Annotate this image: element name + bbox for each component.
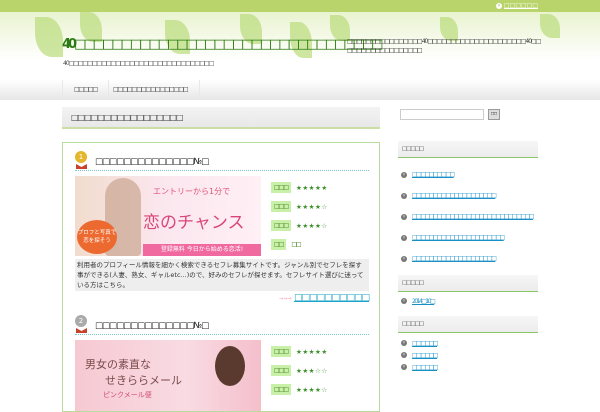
banner-text: 男女の素直な — [85, 358, 151, 371]
leaf-decoration — [540, 14, 560, 38]
widget-title: □□□□□ — [398, 275, 538, 292]
rating-stars: ★★★★☆ — [296, 385, 328, 394]
rating-stars: ★★★★★ — [296, 347, 328, 356]
widget-title: □□□□□ — [398, 316, 538, 333]
ranking-heading: 1 □□□□□□□□□□□□□□№□ — [75, 149, 369, 171]
rating-label: □□□ — [271, 182, 292, 193]
sidebar-link[interactable]: □□□□□□□□□□□□□□□□□□□□□□□□□□□□□ — [412, 213, 534, 220]
entry-description: 利用者のプロフィール情報を細かく検索できるセフレ募集サイトです。ジャンル別でセフ… — [75, 259, 369, 291]
site-title[interactable]: 40□□□□□□□□□□□□□□□□□□□□□□□□□□□□□□□□□ — [62, 37, 383, 52]
ratings: □□□ ★★★★★ □□□ ★★★☆☆ □□□ ★★★★☆ — [271, 340, 369, 411]
banner-illustration — [215, 346, 245, 386]
category-link[interactable]: □□□□□□ — [412, 364, 439, 371]
widget-title: □□□□□ — [398, 141, 538, 158]
ranking-heading: 2 □□□□□□□□□□□□□□№□ — [75, 313, 369, 335]
rating-label: □□□ — [271, 384, 292, 395]
banner-badge: プロフと写真で恋を探そう — [77, 220, 117, 254]
sidebar: □□ □□□□□ □□□□□□□□□□ □□□□□□□□□□□□□□□□□□□□… — [398, 107, 538, 379]
rank-medal-icon: 1 — [75, 151, 89, 169]
search-button[interactable]: □□ — [488, 108, 500, 120]
rating-stars: ★★★★☆ — [296, 221, 328, 230]
rank-medal-icon: 2 — [75, 315, 89, 333]
rating-stars: ★★★☆☆ — [296, 366, 328, 375]
top-link[interactable]: □□□□□□ — [496, 2, 538, 9]
sidebar-link[interactable]: □□□□□□□□□□□□□□□□□□□□ — [412, 192, 497, 199]
main-content: □□□□□□□□□□□□□□□□□ 1 □□□□□□□□□□□□□□№□ エント… — [62, 107, 380, 412]
banner-text: 恋のチャンス — [143, 213, 245, 233]
sidebar-link[interactable]: □□□□□□□□□□ — [412, 171, 455, 178]
recent-posts-list: □□□□□□□□□□ □□□□□□□□□□□□□□□□□□□□ □□□□□□□□… — [398, 158, 538, 275]
rating-label: □□□ — [271, 220, 292, 231]
category-link[interactable]: □□□□□□ — [412, 352, 439, 359]
rating-value: □□ — [291, 241, 301, 248]
category-link[interactable]: □□□□□□ — [412, 340, 439, 347]
ranking-box: 1 □□□□□□□□□□□□□□№□ エントリーから1分で 恋のチャンス 登録無… — [62, 142, 380, 412]
entry-title: □□□□□□□□□□□□□□№□ — [95, 157, 209, 167]
banner-text: 登録無料 今日から始める恋活! — [143, 244, 261, 256]
rating-label: □□□ — [271, 365, 292, 376]
site-subtitle: 40□□□□□□□□□□□□□□□□□□□□□□□□□□□□□□□ — [63, 60, 214, 67]
rating-label: □□□ — [271, 201, 292, 212]
ratings: □□□ ★★★★★ □□□ ★★★★☆ □□□ ★★★★☆ □□ □□ — [271, 176, 369, 256]
search-form: □□ — [400, 107, 538, 121]
banner-text: せきららメール — [105, 374, 182, 387]
main-nav: □□□□□ □□□□□□□□□□□□□□□□ — [0, 80, 600, 100]
sidebar-link[interactable]: □□□□□□□□□□□□□□□□□□□□□□ — [412, 234, 505, 241]
header: 40□□□□□□□□□□□□□□□□□□□□□□□□□□□□□□□□□ 40□□… — [0, 12, 600, 80]
nav-item-page[interactable]: □□□□□□□□□□□□□□□□ — [102, 80, 200, 100]
rating-label: □□ — [271, 239, 287, 250]
arrow-icon: ⇒⇒⇒ — [279, 296, 292, 302]
details-link[interactable]: □□□□□□□□□□ — [294, 293, 370, 303]
rating-label: □□□ — [271, 346, 292, 357]
site-description: □□□□□□□□□□□□□□□□40□□□□□□□□□□□□□□□□□□□□□4… — [347, 38, 541, 54]
site-banner[interactable]: 男女の素直な せきららメール ピンクメール便 — [75, 340, 261, 411]
leaf-decoration — [35, 17, 63, 57]
rating-stars: ★★★★☆ — [296, 202, 328, 211]
banner-text: エントリーから1分で — [153, 187, 231, 196]
sidebar-link[interactable]: □□□□□□□□□□□□□□□□□□□□ — [412, 255, 497, 262]
top-bar: □□□□□□ — [0, 0, 600, 12]
search-input[interactable] — [400, 108, 484, 120]
page-title: □□□□□□□□□□□□□□□□□ — [62, 107, 380, 129]
category-list: □□□□□□ □□□□□□ □□□□□□ — [398, 333, 538, 379]
entry-title: □□□□□□□□□□□□□□№□ — [95, 321, 209, 331]
banner-text: ピンクメール便 — [103, 391, 152, 399]
site-banner[interactable]: エントリーから1分で 恋のチャンス 登録無料 今日から始める恋活! プロフと写真… — [75, 176, 261, 256]
rating-stars: ★★★★★ — [296, 183, 328, 192]
archive-link[interactable]: 2014□10□ — [412, 298, 436, 305]
archive-list: 2014□10□ — [398, 292, 538, 312]
